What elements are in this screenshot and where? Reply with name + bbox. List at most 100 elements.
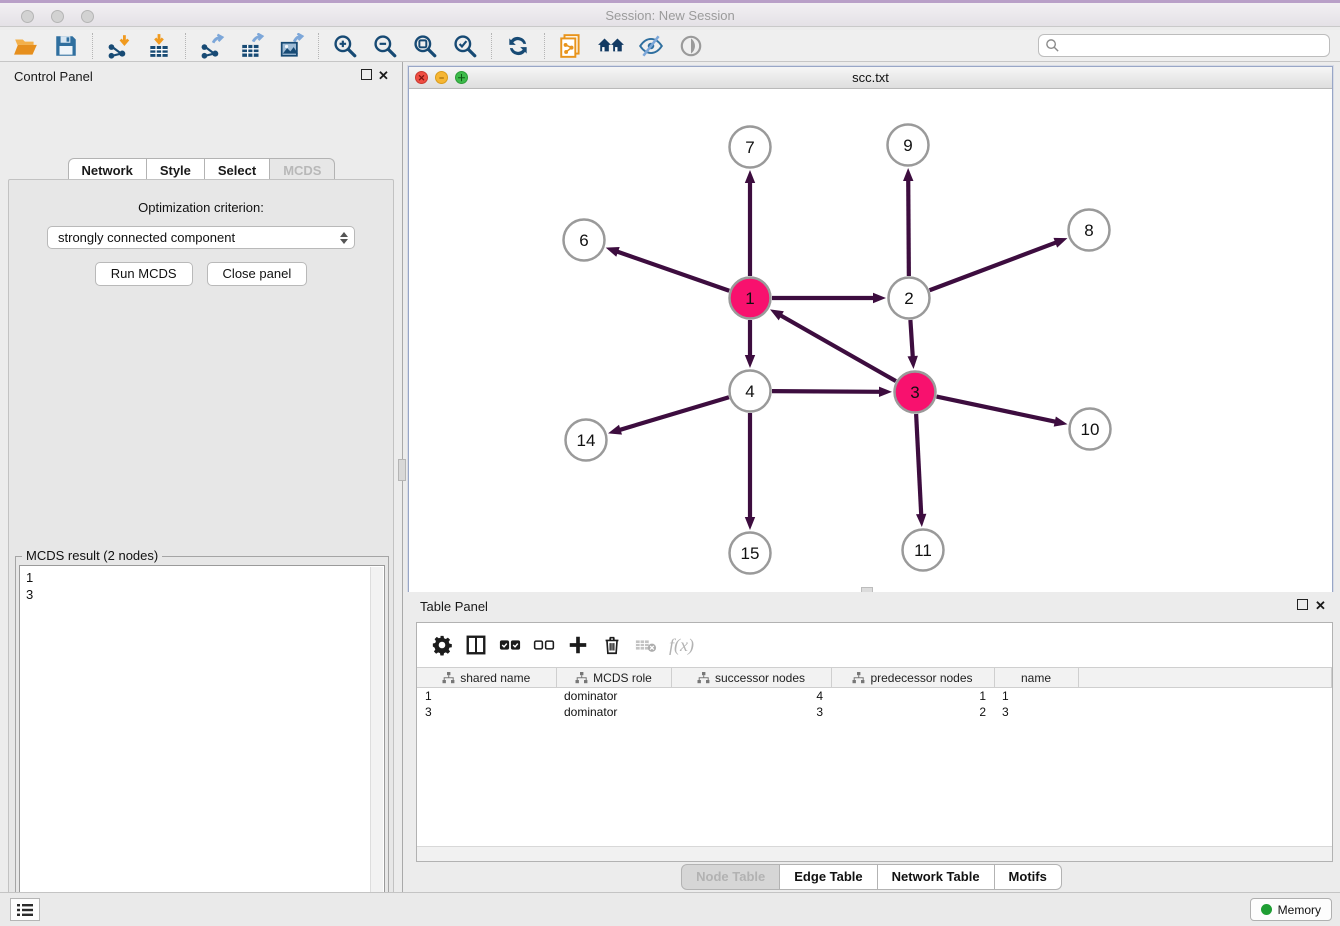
edge-arrowhead [745, 170, 755, 183]
table-horizontal-scrollbar[interactable] [417, 846, 1332, 861]
table-panel: Table Panel ✕ [403, 592, 1340, 892]
column-tree-icon [442, 672, 455, 684]
table-cell[interactable]: dominator [556, 704, 671, 720]
table-cell[interactable]: 2 [831, 704, 994, 720]
show-hidden-eye-icon[interactable] [676, 32, 706, 60]
graph-edge-2-9[interactable] [908, 178, 909, 276]
show-all-homes-icon[interactable] [596, 32, 626, 60]
delete-column-trash-icon[interactable] [595, 629, 629, 661]
edge-arrowhead [903, 168, 913, 181]
table-cell[interactable]: 1 [417, 688, 556, 704]
export-network-icon[interactable] [197, 32, 227, 60]
float-table-panel-icon[interactable] [1297, 599, 1308, 610]
column-label: name [1021, 671, 1051, 685]
column-label: predecessor nodes [870, 671, 972, 685]
column-header-name[interactable]: name [994, 668, 1078, 688]
node-table: shared name MCDS role successor nodes prede… [417, 667, 1332, 720]
search-input[interactable] [1060, 38, 1329, 53]
node-table-container: f(x) shared name MCDS role successor nodes… [416, 622, 1333, 862]
graph-edge-4-14[interactable] [618, 397, 729, 430]
network-window-title: scc.txt [409, 70, 1332, 85]
column-header-predecessor-nodes[interactable]: predecessor nodes [831, 668, 994, 688]
edge-arrowhead [908, 356, 918, 369]
zoom-out-icon[interactable] [370, 32, 400, 60]
table-cell[interactable]: 1 [831, 688, 994, 704]
close-panel-button[interactable]: Close panel [207, 262, 308, 286]
export-table-icon[interactable] [237, 32, 267, 60]
new-network-from-selection-icon[interactable] [556, 32, 586, 60]
mcds-tab-content: Optimization criterion: strongly connect… [8, 179, 394, 926]
toolbar-separator [491, 33, 492, 59]
import-network-icon[interactable] [104, 32, 134, 60]
table-cell[interactable]: dominator [556, 688, 671, 704]
graph-edge-3-1[interactable] [779, 314, 896, 381]
mcds-result-group: MCDS result (2 nodes) 1 3 [15, 556, 389, 926]
network-window-titlebar[interactable]: ✕ − ＋ scc.txt [409, 67, 1332, 89]
select-all-columns-icon[interactable] [493, 629, 527, 661]
tab-network-table[interactable]: Network Table [878, 864, 995, 890]
import-table-icon[interactable] [144, 32, 174, 60]
create-column-plus-icon[interactable] [561, 629, 595, 661]
tab-motifs[interactable]: Motifs [995, 864, 1062, 890]
graph-node-label-1: 1 [745, 289, 754, 308]
column-label: MCDS role [593, 671, 652, 685]
close-panel-icon[interactable]: ✕ [377, 69, 390, 82]
network-canvas[interactable]: 7968124314101511 [409, 89, 1332, 592]
graph-edge-1-6[interactable] [615, 251, 729, 291]
column-tree-icon [575, 672, 588, 684]
graph-edge-2-8[interactable] [930, 242, 1059, 291]
tab-edge-table[interactable]: Edge Table [780, 864, 877, 890]
column-header-shared-name[interactable]: shared name [417, 668, 556, 688]
refresh-icon[interactable] [503, 32, 533, 60]
zoom-in-icon[interactable] [330, 32, 360, 60]
column-header-successor-nodes[interactable]: successor nodes [671, 668, 831, 688]
run-mcds-button[interactable]: Run MCDS [95, 262, 193, 286]
toolbar-separator [318, 33, 319, 59]
column-header-MCDS-role[interactable]: MCDS role [556, 668, 671, 688]
criterion-dropdown[interactable]: strongly connected component [47, 226, 355, 249]
graph-node-label-11: 11 [914, 541, 932, 560]
splitter-handle-vertical[interactable] [398, 459, 406, 481]
column-label: successor nodes [715, 671, 805, 685]
edge-arrowhead [879, 387, 892, 397]
search-field[interactable] [1038, 34, 1330, 57]
edge-arrowhead [606, 247, 620, 257]
criterion-dropdown-value: strongly connected component [58, 230, 340, 245]
close-table-panel-icon[interactable]: ✕ [1314, 599, 1327, 612]
table-cell[interactable]: 3 [417, 704, 556, 720]
toolbar-separator [544, 33, 545, 59]
mcds-result-area[interactable]: 1 3 [19, 565, 385, 926]
hide-selected-eye-icon[interactable] [636, 32, 666, 60]
tab-node-table[interactable]: Node Table [681, 864, 780, 890]
table-toolbar: f(x) [417, 623, 1332, 667]
table-cell[interactable]: 1 [994, 688, 1078, 704]
table-cell[interactable]: 3 [994, 704, 1078, 720]
zoom-fit-icon[interactable] [410, 32, 440, 60]
table-row[interactable]: 1dominator411 [417, 688, 1332, 704]
zoom-selected-icon[interactable] [450, 32, 480, 60]
open-file-icon[interactable] [11, 32, 41, 60]
table-settings-gear-icon[interactable] [425, 629, 459, 661]
task-history-button[interactable] [10, 898, 40, 921]
graph-edge-2-3[interactable] [910, 320, 912, 359]
table-cell[interactable]: 3 [671, 704, 831, 720]
main-toolbar [0, 30, 1340, 62]
edge-arrowhead [916, 514, 926, 527]
edge-arrowhead [608, 425, 622, 435]
graph-edge-3-10[interactable] [937, 397, 1058, 423]
network-graph: 7968124314101511 [409, 89, 1332, 592]
unselect-all-columns-icon[interactable] [527, 629, 561, 661]
delete-table-icon-disabled [629, 629, 663, 661]
window-title: Session: New Session [0, 8, 1340, 23]
table-row[interactable]: 3dominator323 [417, 704, 1332, 720]
result-scrollbar[interactable] [370, 567, 383, 926]
memory-button[interactable]: Memory [1250, 898, 1332, 921]
float-panel-icon[interactable] [361, 69, 372, 80]
save-session-icon[interactable] [51, 32, 81, 60]
show-column-panel-icon[interactable] [459, 629, 493, 661]
graph-edge-4-3[interactable] [772, 391, 882, 392]
graph-edge-3-11[interactable] [916, 414, 921, 517]
export-image-icon[interactable] [277, 32, 307, 60]
table-cell[interactable]: 4 [671, 688, 831, 704]
column-tree-icon [852, 672, 865, 684]
